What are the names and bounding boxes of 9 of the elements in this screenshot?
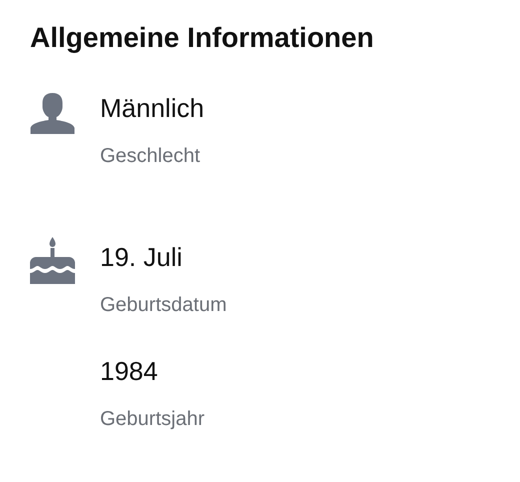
field-value: Männlich bbox=[100, 92, 204, 124]
section-title: Allgemeine Informationen bbox=[30, 21, 375, 55]
field-label: Geschlecht bbox=[100, 144, 202, 168]
field-label: Geburtsjahr bbox=[100, 407, 206, 431]
field-value: 1984 bbox=[100, 355, 159, 387]
cake-icon bbox=[30, 237, 75, 284]
field-label: Geburtsdatum bbox=[100, 293, 227, 317]
person-icon bbox=[30, 92, 75, 134]
field-value: 19. Juli bbox=[100, 241, 184, 273]
